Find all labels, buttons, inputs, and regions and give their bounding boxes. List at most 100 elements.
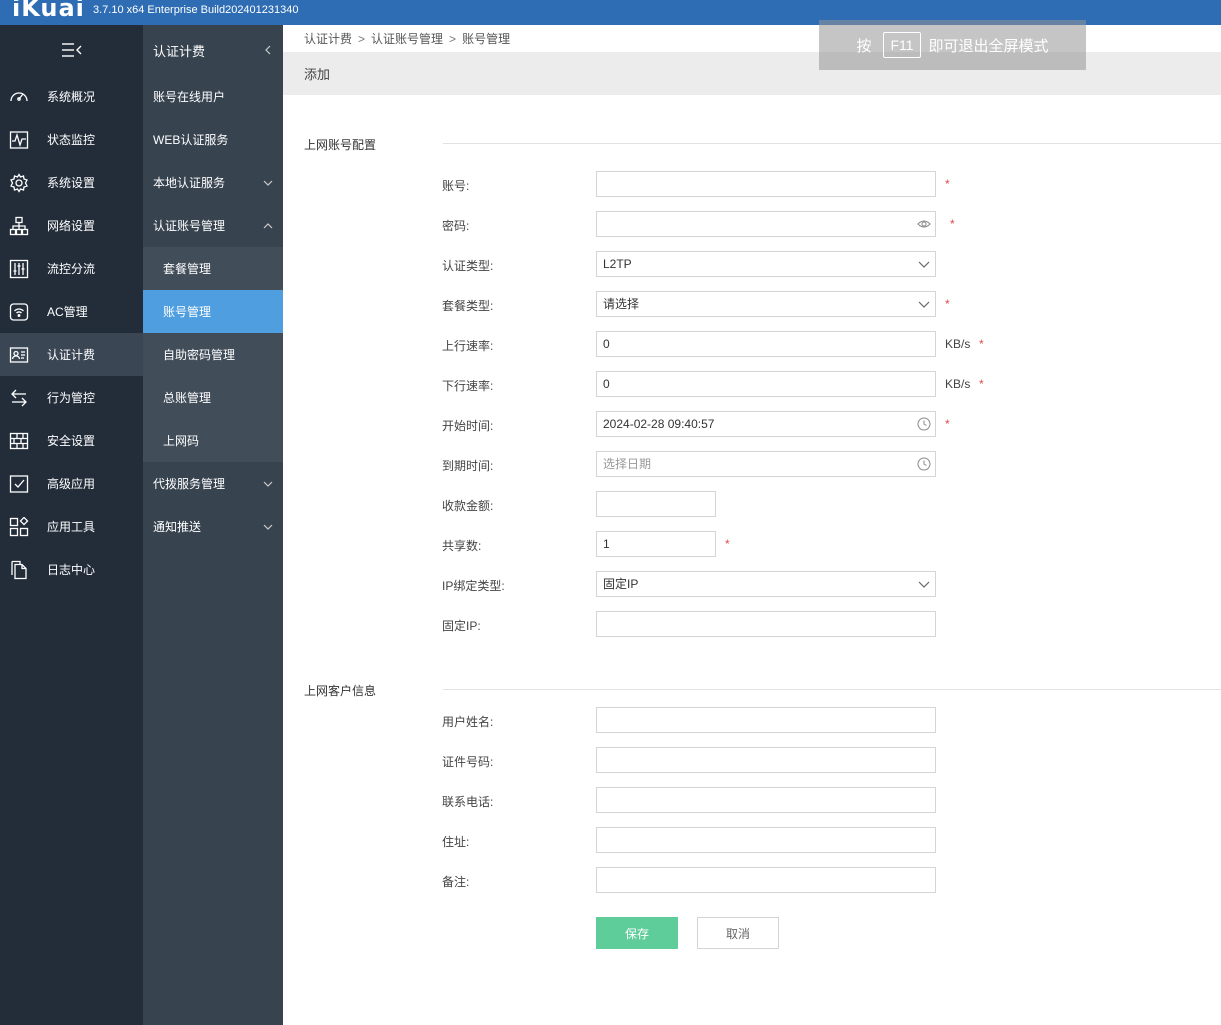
select-value: L2TP bbox=[603, 257, 632, 271]
chevron-down-icon bbox=[918, 581, 930, 588]
form-row-start-time: 开始时间: 2024-02-28 09:40:57 * bbox=[0, 411, 1221, 437]
upload-rate-input[interactable] bbox=[596, 331, 936, 357]
ikuai-logo: iKuai bbox=[12, 0, 85, 22]
form-row-expire-time: 到期时间: 选择日期 bbox=[0, 451, 1221, 477]
tip-key: F11 bbox=[883, 32, 921, 58]
field-label: 开始时间: bbox=[442, 419, 494, 433]
unit-label: KB/s bbox=[945, 337, 971, 351]
tip-prefix: 按 bbox=[856, 37, 872, 55]
form-row-download-rate: 下行速率: KB/s * bbox=[0, 371, 1221, 397]
picker-value: 2024-02-28 09:40:57 bbox=[603, 417, 715, 431]
form-row-account: 账号: * bbox=[0, 171, 1221, 197]
chevron-left-icon[interactable] bbox=[263, 45, 273, 55]
field-label: 固定IP: bbox=[442, 619, 481, 633]
breadcrumb-separator: > bbox=[449, 31, 457, 46]
required-mark: * bbox=[725, 537, 730, 551]
chevron-down-icon bbox=[263, 481, 273, 487]
field-label: IP绑定类型: bbox=[442, 579, 505, 593]
clock-icon bbox=[917, 457, 931, 471]
nav-label: 高级应用 bbox=[47, 477, 96, 491]
breadcrumb-item[interactable]: 认证计费 bbox=[304, 30, 352, 47]
required-mark: * bbox=[979, 377, 984, 391]
fullscreen-exit-tip: 按 F11 即可退出全屏模式 bbox=[819, 20, 1086, 70]
id-number-input[interactable] bbox=[596, 747, 936, 773]
form-row-user-name: 用户姓名: bbox=[0, 707, 1221, 733]
ip-bind-type-select[interactable]: 固定IP bbox=[596, 571, 936, 597]
form-row-upload-rate: 上行速率: KB/s * bbox=[0, 331, 1221, 357]
form-row-address: 住址: bbox=[0, 827, 1221, 853]
clock-icon bbox=[917, 417, 931, 431]
form-row-package-type: 套餐类型: 请选择 * bbox=[0, 291, 1221, 317]
breadcrumb-item[interactable]: 认证账号管理 bbox=[371, 30, 443, 47]
form-row-phone: 联系电话: bbox=[0, 787, 1221, 813]
select-value: 请选择 bbox=[603, 297, 640, 311]
required-mark: * bbox=[950, 217, 955, 231]
form-row-share-count: 共享数: * bbox=[0, 531, 1221, 557]
remark-input[interactable] bbox=[596, 867, 936, 893]
field-label: 用户姓名: bbox=[442, 715, 494, 729]
required-mark: * bbox=[945, 177, 950, 191]
required-mark: * bbox=[945, 417, 950, 431]
field-label: 共享数: bbox=[442, 539, 482, 553]
section-title-customer: 上网客户信息 bbox=[304, 684, 377, 698]
chevron-down-icon bbox=[918, 261, 930, 268]
secondary-sidebar-title: 认证计费 bbox=[153, 43, 206, 59]
field-label: 到期时间: bbox=[442, 459, 494, 473]
download-rate-input[interactable] bbox=[596, 371, 936, 397]
form-row-auth-type: 认证类型: L2TP bbox=[0, 251, 1221, 277]
nav2-online-users[interactable]: 账号在线用户 bbox=[143, 75, 283, 118]
chevron-down-icon bbox=[918, 301, 930, 308]
share-count-input[interactable] bbox=[596, 531, 716, 557]
form-row-id-number: 证件号码: bbox=[0, 747, 1221, 773]
address-input[interactable] bbox=[596, 827, 936, 853]
save-button[interactable]: 保存 bbox=[596, 917, 678, 949]
tip-suffix: 即可退出全屏模式 bbox=[928, 37, 1049, 55]
auth-type-select[interactable]: L2TP bbox=[596, 251, 936, 277]
package-type-select[interactable]: 请选择 bbox=[596, 291, 936, 317]
picker-placeholder: 选择日期 bbox=[603, 457, 652, 471]
nav-status-monitor[interactable]: 状态监控 bbox=[0, 118, 143, 161]
menu-collapse-toggle[interactable] bbox=[0, 25, 143, 75]
firmware-version: 3.7.10 x64 Enterprise Build202401231340 bbox=[93, 4, 299, 16]
required-mark: * bbox=[979, 337, 984, 351]
section-divider bbox=[443, 689, 1221, 690]
unit-label: KB/s bbox=[945, 377, 971, 391]
fixed-ip-input[interactable] bbox=[596, 611, 936, 637]
password-input[interactable] bbox=[596, 211, 936, 237]
field-label: 上行速率: bbox=[442, 339, 494, 353]
field-label: 认证类型: bbox=[442, 259, 494, 273]
nav-label: 系统概况 bbox=[47, 90, 96, 104]
field-label: 密码: bbox=[442, 219, 470, 233]
expire-time-picker[interactable]: 选择日期 bbox=[596, 451, 936, 477]
chevron-down-icon bbox=[263, 524, 273, 530]
start-time-picker[interactable]: 2024-02-28 09:40:57 bbox=[596, 411, 936, 437]
amount-input[interactable] bbox=[596, 491, 716, 517]
field-label: 备注: bbox=[442, 875, 470, 889]
form-row-amount: 收款金额: bbox=[0, 491, 1221, 517]
cancel-button[interactable]: 取消 bbox=[697, 917, 779, 949]
nav2-label: WEB认证服务 bbox=[153, 133, 229, 147]
phone-input[interactable] bbox=[596, 787, 936, 813]
section-divider bbox=[443, 143, 1221, 144]
nav2-web-auth[interactable]: WEB认证服务 bbox=[143, 118, 283, 161]
required-mark: * bbox=[945, 297, 950, 311]
field-label: 套餐类型: bbox=[442, 299, 494, 313]
secondary-sidebar-header: 认证计费 bbox=[143, 25, 283, 75]
nav-system-overview[interactable]: 系统概况 bbox=[0, 75, 143, 118]
user-name-input[interactable] bbox=[596, 707, 936, 733]
pulse-monitor-icon bbox=[8, 129, 30, 151]
breadcrumb-item-current: 账号管理 bbox=[462, 32, 511, 46]
nav-label: 状态监控 bbox=[47, 133, 96, 147]
eye-icon[interactable] bbox=[917, 217, 931, 231]
field-label: 证件号码: bbox=[442, 755, 494, 769]
form-row-password: 密码: * bbox=[0, 211, 1221, 237]
field-label: 收款金额: bbox=[442, 499, 494, 513]
field-label: 联系电话: bbox=[442, 795, 494, 809]
select-value: 固定IP bbox=[603, 577, 639, 591]
account-input[interactable] bbox=[596, 171, 936, 197]
page-title: 添加 bbox=[304, 67, 331, 82]
field-label: 账号: bbox=[442, 179, 470, 193]
field-label: 住址: bbox=[442, 835, 470, 849]
dashboard-icon bbox=[8, 86, 30, 108]
form-row-remark: 备注: bbox=[0, 867, 1221, 893]
